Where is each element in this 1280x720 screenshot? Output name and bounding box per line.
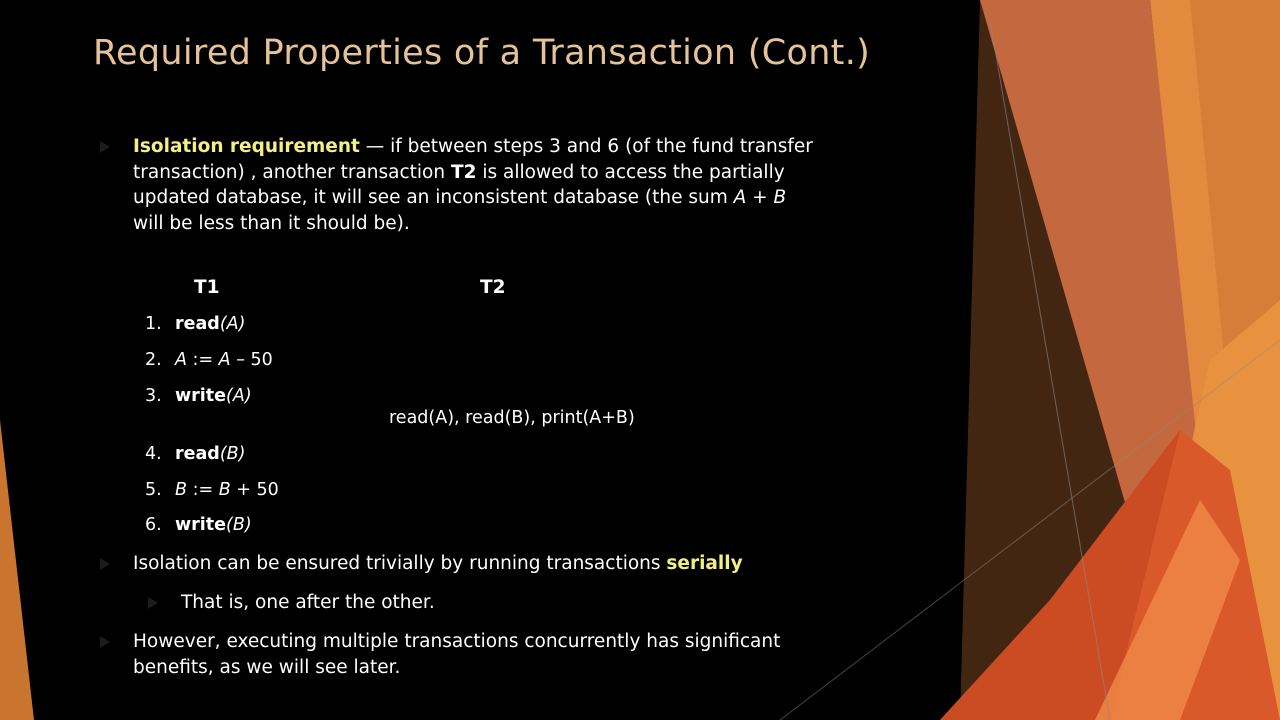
- concurrency-benefits-paragraph: However, executing multiple transactions…: [133, 629, 780, 680]
- step-lhs: A: [175, 350, 187, 370]
- para-line-3-text: updated database, it will see an inconsi…: [133, 187, 734, 208]
- step-assign: :=: [186, 350, 219, 370]
- bullet-arrow-icon: [100, 141, 110, 153]
- step-assign: :=: [187, 480, 219, 500]
- step-arg: (A): [226, 386, 252, 406]
- para-line-2: transaction) , another transaction T2 is…: [133, 160, 813, 186]
- schedule-step-3: 3. write(A): [145, 386, 252, 406]
- bullet-arrow-icon: [100, 558, 110, 570]
- isolation-requirement-paragraph: Isolation requirement — if between steps…: [133, 134, 813, 236]
- serial-text: Isolation can be ensured trivially by ru…: [133, 553, 667, 574]
- step-number: 3.: [145, 386, 162, 406]
- bullet-arrow-icon: [100, 636, 110, 648]
- schedule-step-1: 1. read(A): [145, 314, 245, 334]
- para-line-2-text-a: transaction) , another transaction: [133, 161, 451, 183]
- sum-formula: A + B: [733, 187, 787, 208]
- step-number: 4.: [145, 444, 162, 464]
- one-after-other-paragraph: That is, one after the other.: [181, 592, 435, 613]
- step-arg: (A): [219, 314, 246, 334]
- schedule-step-4: 4. read(B): [145, 444, 246, 464]
- para-line-3: updated database, it will see an inconsi…: [133, 185, 813, 211]
- step-op: write: [175, 515, 227, 535]
- step-number: 2.: [145, 350, 162, 370]
- step-number: 6.: [145, 515, 162, 535]
- schedule-step-5: 5. B := B + 50: [145, 480, 279, 500]
- step-rhs: B: [218, 480, 231, 500]
- step-lhs: B: [175, 480, 188, 500]
- isolation-requirement-term: Isolation requirement: [133, 136, 360, 157]
- t1-column-header: T1: [194, 277, 220, 298]
- t2-operations: read(A), read(B), print(A+B): [389, 408, 635, 428]
- para-line-4: will be less than it should be).: [133, 212, 410, 234]
- step-arg: (B): [219, 444, 246, 464]
- schedule-step-6: 6. write(B): [145, 515, 252, 535]
- concurrency-line-2: benefits, as we will see later.: [133, 656, 401, 678]
- step-number: 5.: [145, 480, 162, 500]
- step-arg: (B): [226, 515, 252, 535]
- para-line-2-text-b: is allowed to access the partially: [476, 161, 785, 183]
- step-op: write: [175, 386, 227, 406]
- para-line-1: Isolation requirement — if between steps…: [133, 134, 813, 160]
- decor-facet-left: [0, 420, 34, 720]
- step-op: read: [175, 444, 220, 464]
- t2-column-header: T2: [480, 277, 506, 298]
- transaction-t2-label: T2: [450, 161, 477, 183]
- sub-bullet-arrow-icon: [148, 597, 158, 609]
- step-rest: + 50: [230, 480, 279, 500]
- step-op: read: [175, 314, 220, 334]
- isolation-serial-paragraph: Isolation can be ensured trivially by ru…: [133, 551, 743, 577]
- concurrency-line-1: However, executing multiple transactions…: [133, 631, 781, 652]
- slide-title: Required Properties of a Transaction (Co…: [93, 33, 871, 73]
- para-line-1-text: — if between steps 3 and 6 (of the fund …: [359, 136, 813, 157]
- step-rhs: A: [218, 350, 231, 370]
- schedule-step-2: 2. A := A – 50: [145, 350, 273, 370]
- step-rest: – 50: [230, 350, 273, 370]
- serially-highlight: serially: [666, 553, 743, 574]
- step-number: 1.: [145, 314, 162, 334]
